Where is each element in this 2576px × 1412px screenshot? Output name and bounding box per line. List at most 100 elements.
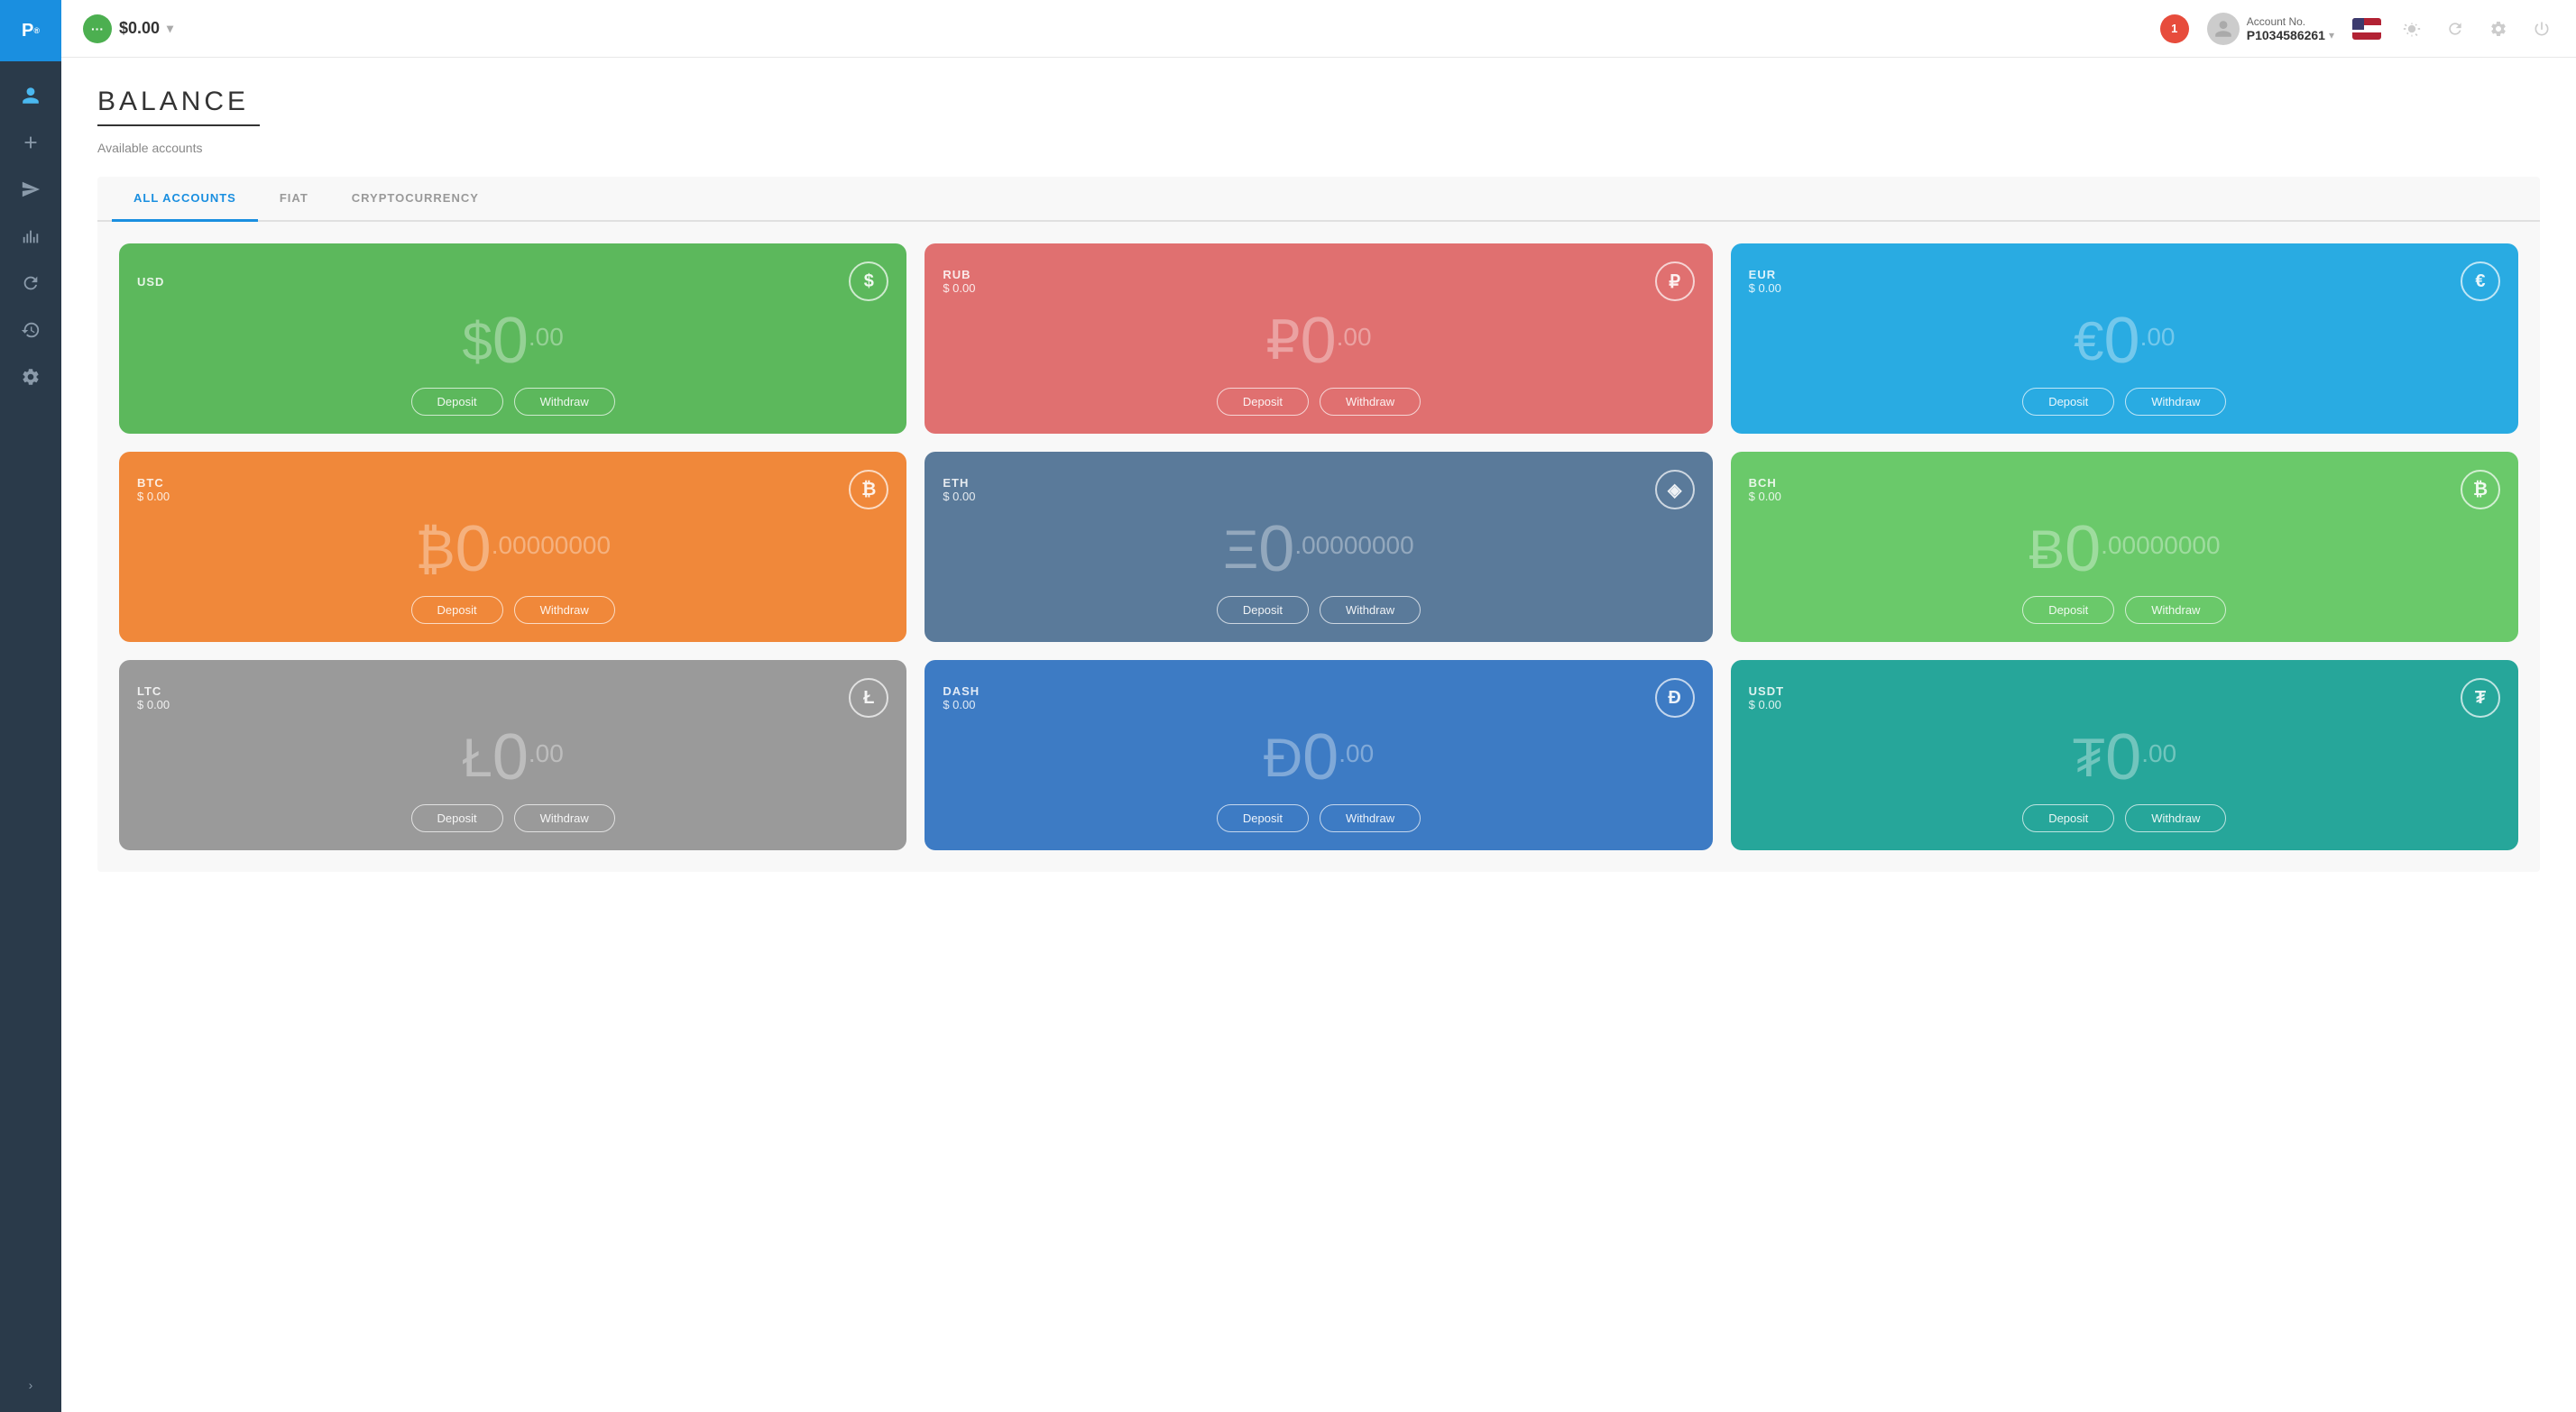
cards-area: USD $ $ 0 .00 Deposit Withdraw RUB $ 0.0… — [97, 222, 2540, 872]
deposit-button-eur[interactable]: Deposit — [2022, 388, 2114, 416]
sidebar-item-settings[interactable] — [11, 357, 51, 397]
card-usd-value-ltc: $ 0.00 — [137, 698, 170, 711]
card-symbol-eur: € — [2074, 310, 2103, 372]
card-icon-eur: € — [2461, 261, 2500, 301]
power-icon[interactable] — [2529, 16, 2554, 41]
card-header-dash: DASH $ 0.00 Đ — [943, 678, 1694, 718]
card-actions-eur: Deposit Withdraw — [1749, 388, 2500, 416]
balance-button[interactable]: ··· $0.00 ▾ — [83, 14, 173, 43]
withdraw-button-usdt[interactable]: Withdraw — [2125, 804, 2226, 832]
card-whole-usdt: 0 — [2105, 725, 2141, 790]
sidebar-item-add[interactable] — [11, 123, 51, 162]
withdraw-button-rub[interactable]: Withdraw — [1320, 388, 1421, 416]
tab-fiat[interactable]: FIAT — [258, 177, 330, 222]
card-icon-usd: $ — [849, 261, 888, 301]
app-logo[interactable]: P ® — [0, 0, 61, 61]
sidebar-item-history[interactable] — [11, 310, 51, 350]
notification-count: 1 — [2171, 22, 2177, 35]
settings-top-icon[interactable] — [2486, 16, 2511, 41]
sidebar-item-profile[interactable] — [11, 76, 51, 115]
tab-all-accounts[interactable]: ALL ACCOUNTS — [112, 177, 258, 222]
content-area: BALANCE Available accounts ALL ACCOUNTS … — [61, 58, 2576, 1412]
withdraw-button-eth[interactable]: Withdraw — [1320, 596, 1421, 624]
withdraw-button-btc[interactable]: Withdraw — [514, 596, 615, 624]
sidebar-expand-button[interactable]: › — [18, 1372, 43, 1398]
refresh-top-icon[interactable] — [2443, 16, 2468, 41]
brightness-icon[interactable] — [2399, 16, 2424, 41]
card-symbol-btc: ₿ — [415, 518, 455, 581]
card-eth: ETH $ 0.00 ◈ Ξ 0 .00000000 Deposit Withd… — [925, 452, 1712, 642]
language-flag-icon[interactable] — [2352, 18, 2381, 40]
card-header-eth: ETH $ 0.00 ◈ — [943, 470, 1694, 509]
account-id: P1034586261 — [2247, 28, 2325, 42]
withdraw-button-bch[interactable]: Withdraw — [2125, 596, 2226, 624]
deposit-button-rub[interactable]: Deposit — [1217, 388, 1309, 416]
card-whole-btc: 0 — [455, 517, 492, 582]
card-header-ltc: LTC $ 0.00 Ł — [137, 678, 888, 718]
sidebar-item-analytics[interactable] — [11, 216, 51, 256]
balance-dot-icon: ··· — [83, 14, 112, 43]
deposit-button-usdt[interactable]: Deposit — [2022, 804, 2114, 832]
card-btc: BTC $ 0.00 ₿ ₿ 0 .00000000 Deposit Withd… — [119, 452, 906, 642]
deposit-button-bch[interactable]: Deposit — [2022, 596, 2114, 624]
send-icon — [21, 179, 41, 199]
card-currency-name-dash: DASH — [943, 684, 980, 698]
card-amount-bch: Ƀ 0 .00000000 — [1749, 517, 2500, 582]
topbar-left: ··· $0.00 ▾ — [83, 14, 2160, 43]
logo-reg: ® — [33, 26, 40, 35]
card-whole-ltc: 0 — [492, 725, 529, 790]
card-header-usd: USD $ — [137, 261, 888, 301]
card-currency-name-btc: BTC — [137, 476, 170, 490]
withdraw-button-usd[interactable]: Withdraw — [514, 388, 615, 416]
content-inner: BALANCE Available accounts ALL ACCOUNTS … — [61, 58, 2576, 1412]
card-amount-rub: ₽ 0 .00 — [943, 308, 1694, 373]
settings-icon — [21, 367, 41, 387]
deposit-button-ltc[interactable]: Deposit — [411, 804, 503, 832]
sidebar-item-send[interactable] — [11, 170, 51, 209]
card-decimal-dash: .00 — [1339, 725, 1374, 768]
card-icon-eth: ◈ — [1655, 470, 1695, 509]
card-actions-dash: Deposit Withdraw — [943, 804, 1694, 832]
topbar: ··· $0.00 ▾ 1 Account No. P1034586261 ▾ — [61, 0, 2576, 58]
card-usd-value-usdt: $ 0.00 — [1749, 698, 1784, 711]
card-currency-name-usdt: USDT — [1749, 684, 1784, 698]
card-currency-name-usd: USD — [137, 275, 164, 289]
add-icon — [21, 133, 41, 152]
notification-button[interactable]: 1 — [2160, 14, 2189, 43]
refresh-icon — [21, 273, 41, 293]
card-actions-ltc: Deposit Withdraw — [137, 804, 888, 832]
tabs-container: ALL ACCOUNTS FIAT CRYPTOCURRENCY — [97, 177, 2540, 222]
card-whole-bch: 0 — [2065, 517, 2101, 582]
card-header-usdt: USDT $ 0.00 ₮ — [1749, 678, 2500, 718]
withdraw-button-ltc[interactable]: Withdraw — [514, 804, 615, 832]
deposit-button-usd[interactable]: Deposit — [411, 388, 503, 416]
card-decimal-usdt: .00 — [2141, 725, 2176, 768]
card-amount-btc: ₿ 0 .00000000 — [137, 517, 888, 582]
cards-grid: USD $ $ 0 .00 Deposit Withdraw RUB $ 0.0… — [119, 243, 2518, 850]
withdraw-button-dash[interactable]: Withdraw — [1320, 804, 1421, 832]
sidebar-nav — [11, 61, 51, 1358]
card-symbol-eth: Ξ — [1223, 518, 1258, 581]
card-currency-name-ltc: LTC — [137, 684, 170, 698]
sidebar-item-refresh[interactable] — [11, 263, 51, 303]
card-amount-eth: Ξ 0 .00000000 — [943, 517, 1694, 582]
card-amount-usd: $ 0 .00 — [137, 308, 888, 373]
card-actions-usd: Deposit Withdraw — [137, 388, 888, 416]
card-usd-value-eth: $ 0.00 — [943, 490, 975, 503]
account-info[interactable]: Account No. P1034586261 ▾ — [2207, 13, 2334, 45]
card-amount-eur: € 0 .00 — [1749, 308, 2500, 373]
card-usd-value-dash: $ 0.00 — [943, 698, 980, 711]
logo-letter: P — [22, 21, 33, 41]
tab-cryptocurrency[interactable]: CRYPTOCURRENCY — [330, 177, 501, 222]
card-eur: EUR $ 0.00 € € 0 .00 Deposit Withdraw — [1731, 243, 2518, 434]
card-decimal-eur: .00 — [2140, 308, 2176, 352]
page-title: BALANCE — [97, 87, 2540, 117]
deposit-button-eth[interactable]: Deposit — [1217, 596, 1309, 624]
page-subtitle: Available accounts — [97, 141, 2540, 155]
deposit-button-dash[interactable]: Deposit — [1217, 804, 1309, 832]
card-amount-dash: Đ 0 .00 — [943, 725, 1694, 790]
card-actions-bch: Deposit Withdraw — [1749, 596, 2500, 624]
history-icon — [21, 320, 41, 340]
deposit-button-btc[interactable]: Deposit — [411, 596, 503, 624]
withdraw-button-eur[interactable]: Withdraw — [2125, 388, 2226, 416]
